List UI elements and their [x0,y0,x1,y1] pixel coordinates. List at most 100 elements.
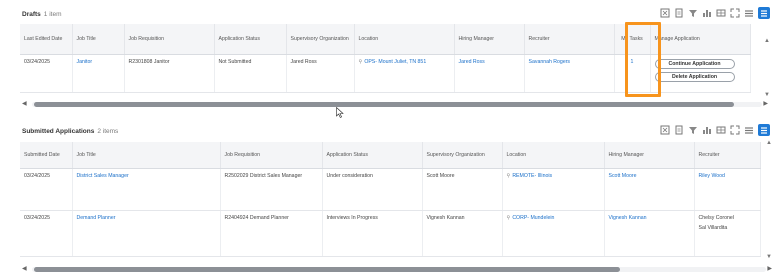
supervisory-organization: Vignesh Kannan [422,210,503,257]
col-application-status[interactable]: Application Status [322,142,423,169]
scroll-down-icon[interactable]: ▼ [764,92,770,98]
job-title-link[interactable]: Janitor [72,54,125,93]
export-pdf-icon[interactable] [674,125,684,135]
export-pdf-icon[interactable] [674,8,684,18]
drafts-title: Drafts 1 item [22,11,62,18]
scroll-up-icon[interactable]: ▲ [764,38,770,44]
last-edited-date: 03/24/2025 [20,54,73,93]
col-supervisory-organization[interactable]: Supervisory Organization [286,24,355,55]
col-recruiter[interactable]: Recruiter [524,24,615,55]
manage-application-cell: Continue Application Delete Application [650,54,751,93]
submitted-date: 03/24/2025 [20,210,73,257]
submitted-title-text: Submitted Applications [22,128,95,135]
job-requisition: R2301808 Janitor [124,54,215,93]
scrollbar-thumb[interactable] [34,267,620,272]
col-submitted-date[interactable]: Submitted Date [20,142,73,169]
application-status: Interviews In Progress [322,210,423,257]
submitted-horizontal-scrollbar[interactable]: ◀ ▶ [22,266,772,273]
location-cell: ⚲ REMOTE- Illinois [502,168,605,211]
table-view-icon[interactable] [716,8,726,18]
drafts-table: Last Edited Date Job Title Job Requisiti… [20,24,751,93]
col-recruiter[interactable]: Recruiter [694,142,761,169]
export-excel-icon[interactable] [660,125,670,135]
recruiter-link[interactable]: Sal Villardita [699,225,756,232]
application-status: Not Submitted [214,54,287,93]
supervisory-organization: Scott Moore [422,168,503,211]
export-excel-icon[interactable] [660,8,670,18]
location-cell: ⚲ OPS- Mount Juliet, TN 851 [354,54,455,93]
col-job-requisition[interactable]: Job Requisition [124,24,215,55]
recruiter-link[interactable]: Chelsy Coronel [699,215,756,222]
chart-icon[interactable] [702,8,712,18]
my-tasks-count[interactable]: 1 [614,54,651,93]
col-supervisory-organization[interactable]: Supervisory Organization [422,142,503,169]
mouse-cursor-icon [336,107,344,118]
recruiter-cell: Chelsy Coronel Sal Villardita [694,210,761,257]
drafts-section: Drafts 1 item Last Edited Date Job Title … [0,0,778,118]
col-last-edited-date[interactable]: Last Edited Date [20,24,73,55]
filter-icon[interactable] [688,125,698,135]
location-pin-icon: ⚲ [358,58,363,65]
scroll-up-icon[interactable]: ▲ [766,140,772,146]
hiring-manager-link[interactable]: Jared Ross [454,54,525,93]
hiring-manager-link[interactable]: Vignesh Kannan [604,210,695,257]
col-my-tasks[interactable]: My Tasks [614,24,651,55]
scroll-right-icon[interactable]: ▶ [767,266,772,273]
drafts-title-text: Drafts [22,11,41,18]
submitted-header-row: Submitted Date Job Title Job Requisition… [20,142,761,169]
scroll-right-icon[interactable]: ▶ [763,101,768,108]
drafts-header: Drafts 1 item [0,0,778,22]
submitted-date: 03/24/2025 [20,168,73,211]
table-row: 03/24/2025 Demand Planner R2404924 Deman… [20,210,761,257]
col-job-title[interactable]: Job Title [72,142,221,169]
grid-view-icon[interactable] [758,124,770,136]
table-row: 03/24/2025 District Sales Manager R25020… [20,168,761,211]
grid-view-icon[interactable] [758,7,770,19]
submitted-count: 2 items [97,128,119,135]
continue-application-button[interactable]: Continue Application [654,58,735,69]
submitted-vertical-scrollbar[interactable]: ▲ ▼ [766,140,774,265]
col-job-requisition[interactable]: Job Requisition [220,142,323,169]
location-link[interactable]: CORP- Mundelein [512,215,554,221]
scroll-down-icon[interactable]: ▼ [766,254,772,260]
fullscreen-icon[interactable] [730,125,740,135]
drafts-vertical-scrollbar[interactable]: ▲ ▼ [764,24,772,104]
location-link[interactable]: REMOTE- Illinois [512,173,552,179]
list-view-icon[interactable] [744,8,754,18]
col-hiring-manager[interactable]: Hiring Manager [604,142,695,169]
scroll-left-icon[interactable]: ◀ [22,266,27,273]
drafts-horizontal-scrollbar[interactable]: ◀ ▶ [22,101,768,108]
submitted-section: Submitted Applications 2 items Submitted … [0,120,778,279]
job-requisition: R2404924 Demand Planner [220,210,323,257]
drafts-header-row: Last Edited Date Job Title Job Requisiti… [20,24,751,55]
col-job-title[interactable]: Job Title [72,24,125,55]
recruiter-link[interactable]: Riley Wood [694,168,761,211]
delete-application-button[interactable]: Delete Application [654,71,735,82]
submitted-header: Submitted Applications 2 items [0,120,778,142]
table-row: 03/24/2025 Janitor R2301808 Janitor Not … [20,54,751,93]
application-status: Under consideration [322,168,423,211]
col-hiring-manager[interactable]: Hiring Manager [454,24,525,55]
submitted-toolbar [660,124,770,136]
fullscreen-icon[interactable] [730,8,740,18]
scroll-left-icon[interactable]: ◀ [22,101,27,108]
col-location[interactable]: Location [502,142,605,169]
hiring-manager-link[interactable]: Scott Moore [604,168,695,211]
submitted-title: Submitted Applications 2 items [22,128,118,135]
chart-icon[interactable] [702,125,712,135]
recruiter-link[interactable]: Savannah Rogers [524,54,615,93]
job-title-link[interactable]: District Sales Manager [72,168,221,211]
job-title-link[interactable]: Demand Planner [72,210,221,257]
col-manage-application[interactable]: Manage Application [650,24,751,55]
list-view-icon[interactable] [744,125,754,135]
filter-icon[interactable] [688,8,698,18]
job-requisition: R2502029 District Sales Manager [220,168,323,211]
submitted-table: Submitted Date Job Title Job Requisition… [20,142,761,257]
table-view-icon[interactable] [716,125,726,135]
drafts-count: 1 item [43,11,62,18]
scrollbar-thumb[interactable] [34,102,734,107]
col-application-status[interactable]: Application Status [214,24,287,55]
col-location[interactable]: Location [354,24,455,55]
location-link[interactable]: OPS- Mount Juliet, TN 851 [364,59,426,65]
location-pin-icon: ⚲ [506,172,511,179]
